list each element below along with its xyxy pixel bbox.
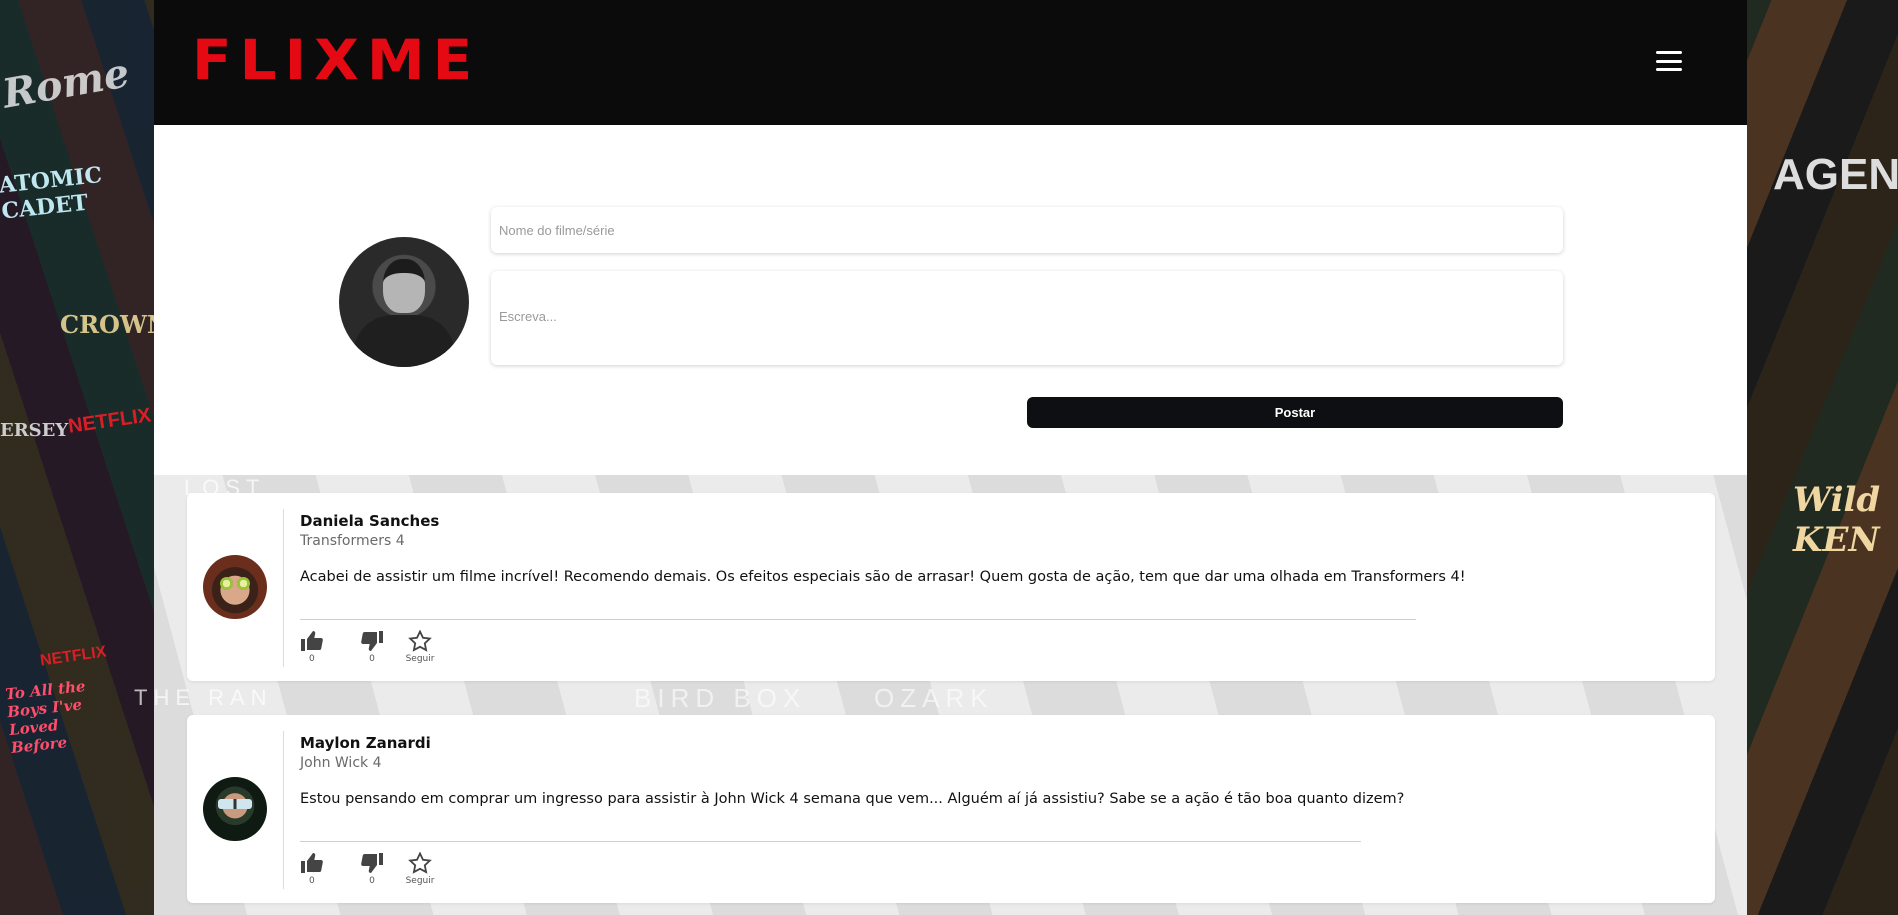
poster-title: OZARK — [874, 683, 994, 713]
avatar-detail — [237, 577, 250, 590]
dislike-button[interactable]: 0 — [348, 630, 396, 664]
poster-title: To All the Boys I've Loved Before — [4, 677, 87, 758]
thumbs-up-icon — [301, 853, 323, 873]
thumbs-up-icon — [301, 631, 323, 651]
poster-title: NETFLIX — [66, 404, 153, 438]
movie-title: Transformers 4 — [300, 533, 405, 549]
post-button[interactable]: Postar — [1027, 397, 1563, 428]
avatar-face — [383, 259, 425, 313]
like-button[interactable]: 0 — [300, 630, 348, 664]
follow-label: Seguir — [405, 654, 435, 664]
post-text: Acabei de assistir um filme incrível! Re… — [300, 569, 1466, 585]
author-name[interactable]: Maylon Zanardi — [300, 734, 431, 752]
star-icon — [408, 852, 432, 874]
movie-title-input[interactable] — [491, 207, 1563, 253]
post-actions: 0 0 Seguir — [300, 852, 444, 886]
menu-icon-line — [1656, 59, 1682, 63]
post-actions: 0 0 Seguir — [300, 630, 444, 664]
flixme-logo[interactable]: FLIXME — [192, 28, 480, 93]
menu-icon-line — [1656, 51, 1682, 54]
dislike-count: 0 — [369, 654, 375, 664]
divider — [300, 841, 1361, 842]
divider — [300, 619, 1416, 620]
divider — [283, 509, 284, 667]
background-poster-collage-right: AGEN Wild KEN — [1743, 0, 1898, 915]
avatar-detail — [218, 799, 252, 809]
like-button[interactable]: 0 — [300, 852, 348, 886]
poster-title: ERSEY — [0, 420, 69, 441]
poster-title: CROWN — [60, 310, 169, 339]
follow-label: Seguir — [405, 876, 435, 886]
post-card: Maylon Zanardi John Wick 4 Estou pensand… — [187, 715, 1715, 903]
current-user-avatar — [339, 237, 469, 367]
app-container: FLIXME Postar Daniela Sanches Transforme… — [134, 0, 1747, 915]
like-count: 0 — [309, 654, 315, 664]
avatar-detail — [220, 577, 233, 590]
author-avatar[interactable] — [203, 777, 267, 841]
divider — [283, 731, 284, 889]
menu-icon-line — [1656, 68, 1682, 71]
poster-title: AGEN — [1773, 150, 1898, 199]
movie-title: John Wick 4 — [300, 755, 382, 771]
like-count: 0 — [309, 876, 315, 886]
post-text: Estou pensando em comprar um ingresso pa… — [300, 791, 1405, 807]
post-composer: Postar — [154, 125, 1747, 475]
top-bar: FLIXME — [154, 0, 1747, 125]
follow-button[interactable]: Seguir — [396, 852, 444, 886]
poster-title: ATOMIC CADET — [0, 162, 104, 225]
poster-title: NETFLIX — [39, 643, 108, 670]
thumbs-down-icon — [361, 631, 383, 651]
author-name[interactable]: Daniela Sanches — [300, 512, 439, 530]
post-card: Daniela Sanches Transformers 4 Acabei de… — [187, 493, 1715, 681]
poster-title: Rome — [0, 49, 133, 118]
poster-title: BIRD BOX — [634, 683, 807, 713]
poster-title: THE RAN — [134, 685, 273, 710]
dislike-button[interactable]: 0 — [348, 852, 396, 886]
post-text-input[interactable] — [491, 271, 1563, 365]
avatar-body — [353, 315, 455, 367]
star-icon — [408, 630, 432, 652]
dislike-count: 0 — [369, 876, 375, 886]
poster-title: Wild KEN — [1793, 480, 1881, 560]
author-avatar[interactable] — [203, 555, 267, 619]
menu-icon[interactable] — [1654, 48, 1684, 74]
follow-button[interactable]: Seguir — [396, 630, 444, 664]
thumbs-down-icon — [361, 853, 383, 873]
